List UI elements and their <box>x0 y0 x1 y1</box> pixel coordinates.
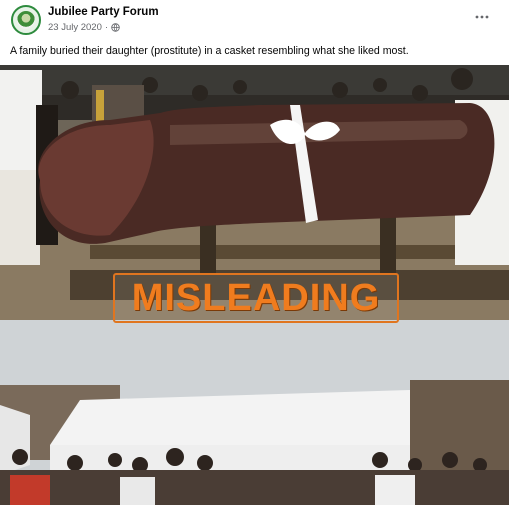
post-meta: 23 July 2020 · <box>48 22 120 33</box>
post-image[interactable]: MISLEADING <box>0 65 509 505</box>
meta-separator: · <box>104 22 109 33</box>
fact-check-verdict-stamp: MISLEADING <box>113 273 399 323</box>
post-date[interactable]: 23 July 2020 <box>48 22 102 33</box>
verdict-label: MISLEADING <box>131 276 381 319</box>
post-header: Jubilee Party Forum 23 July 2020 · <box>0 0 509 42</box>
more-options-icon[interactable] <box>474 12 490 22</box>
avatar[interactable] <box>11 5 41 35</box>
post-author[interactable]: Jubilee Party Forum <box>48 6 159 18</box>
party-logo-icon <box>17 11 35 29</box>
post-caption: A family buried their daughter (prostitu… <box>10 45 409 57</box>
globe-icon[interactable] <box>111 23 120 32</box>
